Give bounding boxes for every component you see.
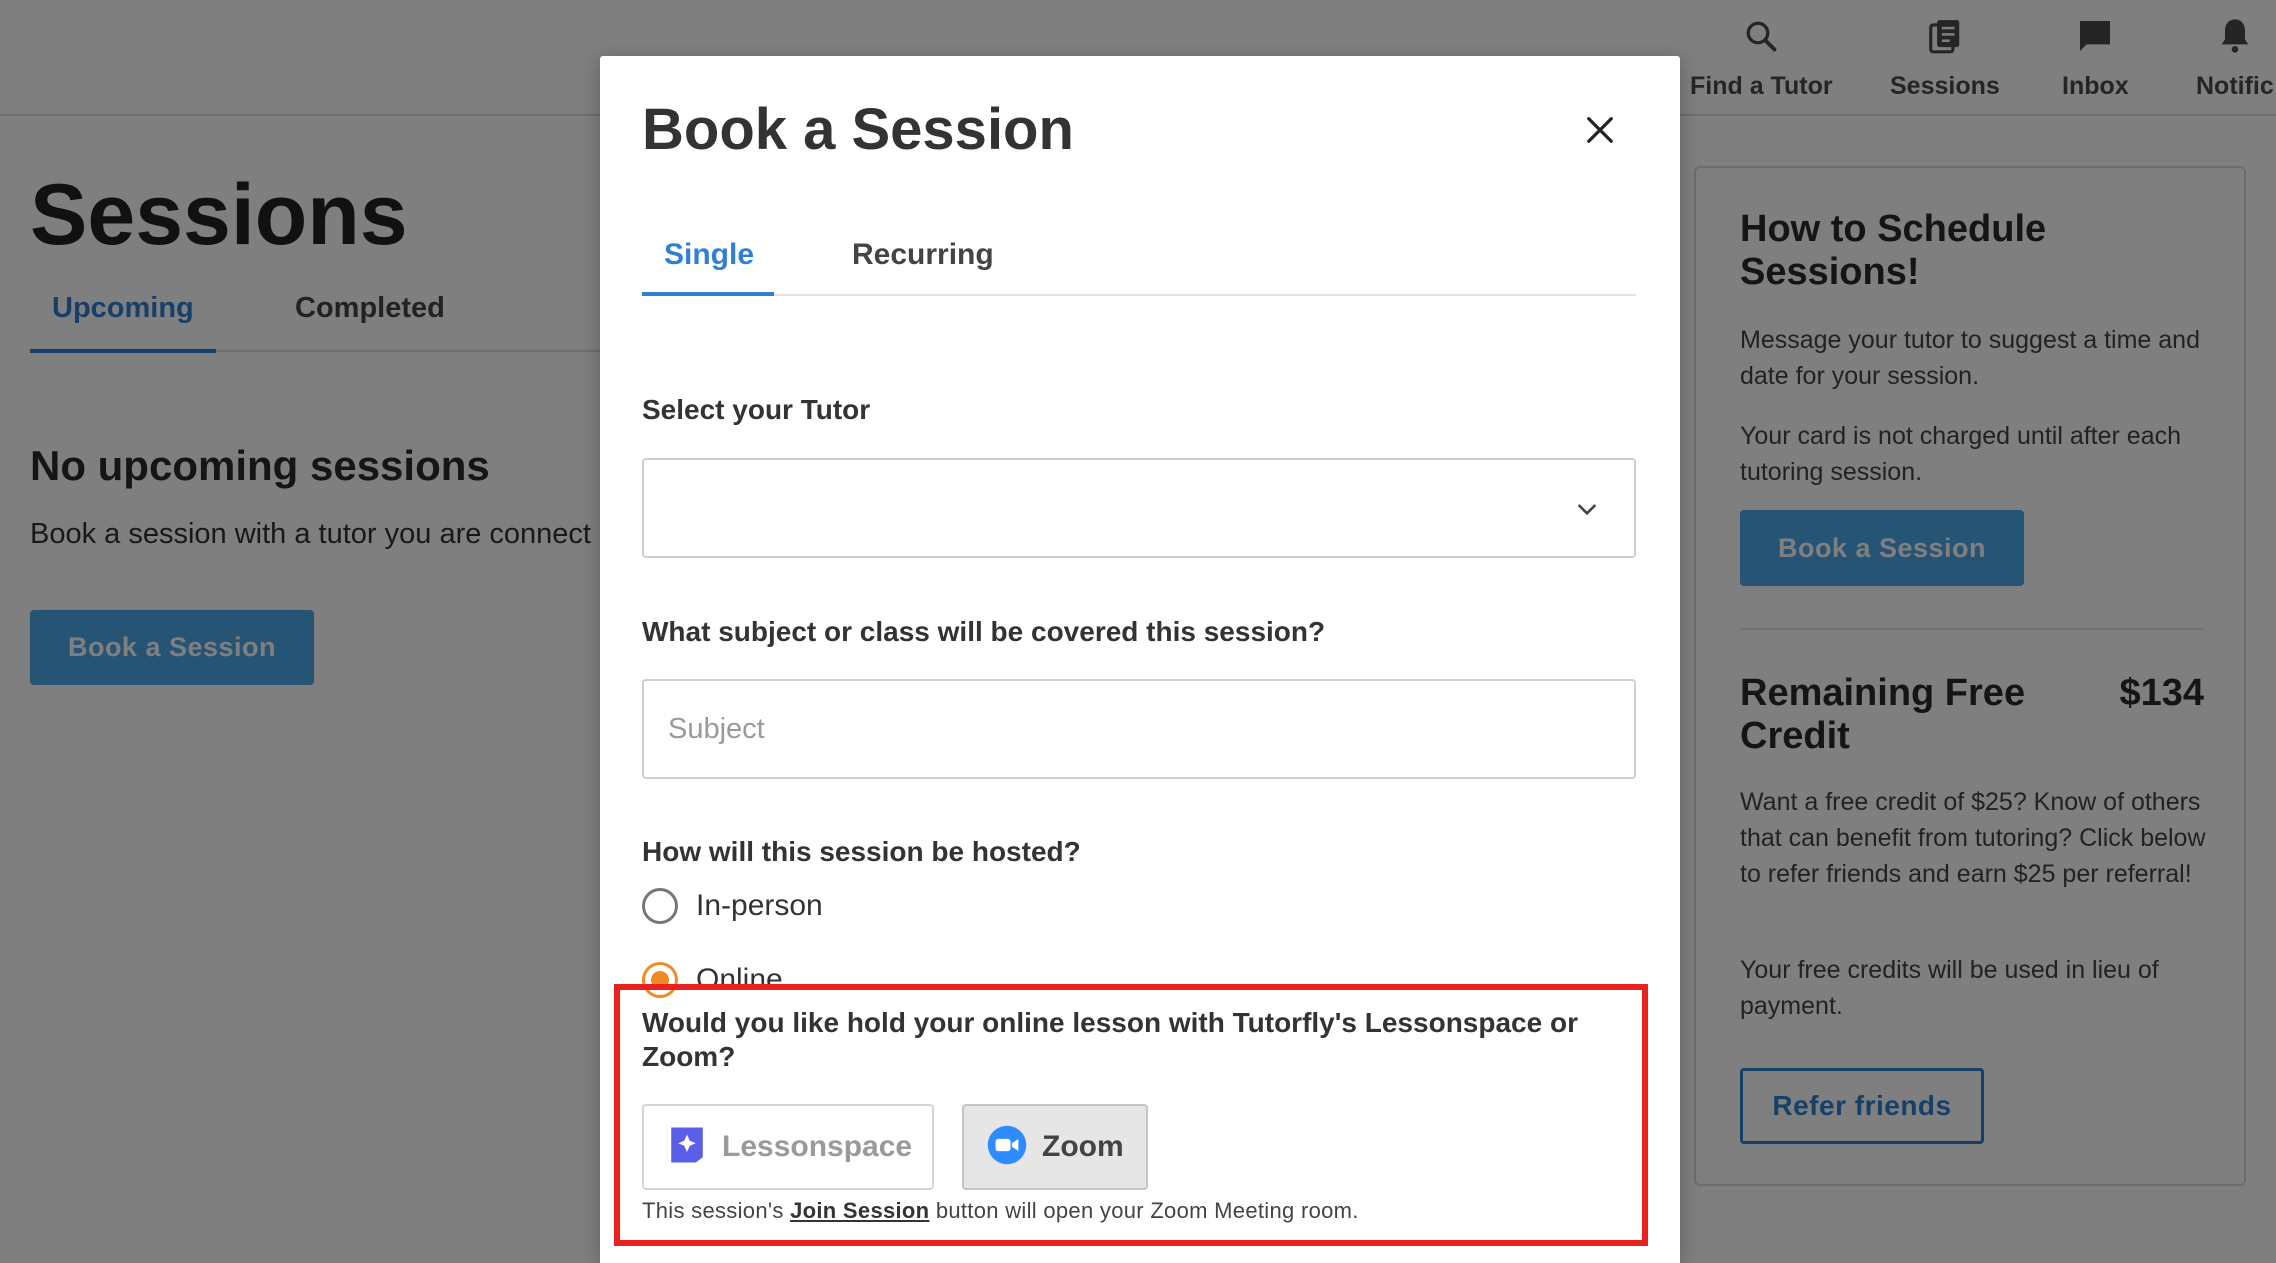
tab-single[interactable]: Single: [664, 238, 754, 272]
radio-label: In-person: [696, 889, 823, 922]
chevron-down-icon: [1574, 496, 1600, 527]
host-label: How will this session be hosted?: [642, 836, 1081, 867]
close-button[interactable]: [1574, 106, 1626, 158]
booking-type-tabs: Single Recurring: [642, 228, 1636, 296]
subject-input[interactable]: [642, 679, 1636, 779]
tutor-select[interactable]: [642, 458, 1636, 558]
radio-button[interactable]: [642, 888, 678, 924]
tutor-label: Select your Tutor: [642, 394, 871, 425]
radio-in-person[interactable]: In-person: [642, 888, 823, 924]
close-icon: [1585, 115, 1615, 150]
active-tab-indicator: [642, 292, 774, 296]
modal-title: Book a Session: [642, 97, 1074, 162]
highlight-box: [614, 984, 1648, 1246]
subject-label: What subject or class will be covered th…: [642, 616, 1326, 647]
tab-recurring[interactable]: Recurring: [852, 238, 994, 272]
